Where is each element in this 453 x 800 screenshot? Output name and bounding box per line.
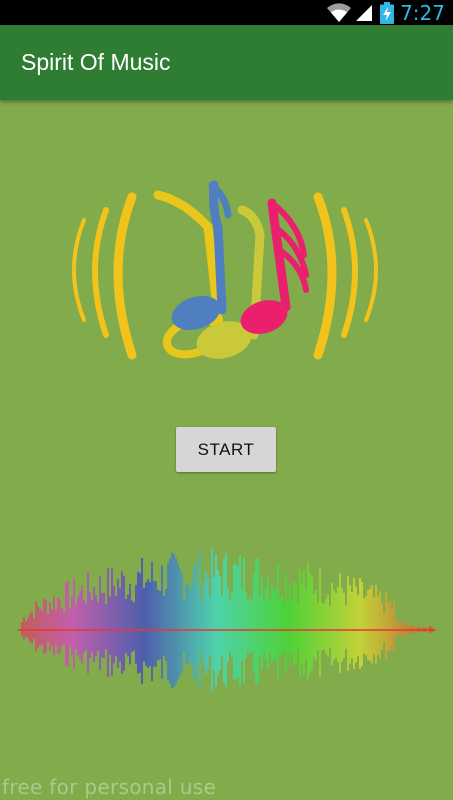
wifi-icon [327,2,352,22]
watermark-text: free for personal use [2,775,217,799]
status-time: 7:27 [400,0,445,25]
audio-waveform-icon [18,548,436,692]
music-notes-icon [72,180,378,360]
status-icons: 7:27 [326,0,453,25]
battery-charging-icon [380,1,395,24]
app-title: Spirit Of Music [21,49,171,75]
start-button[interactable]: START [176,427,276,472]
status-bar: 7:27 [0,0,453,25]
signal-icon [356,4,373,21]
app-bar: Spirit Of Music [0,25,453,100]
